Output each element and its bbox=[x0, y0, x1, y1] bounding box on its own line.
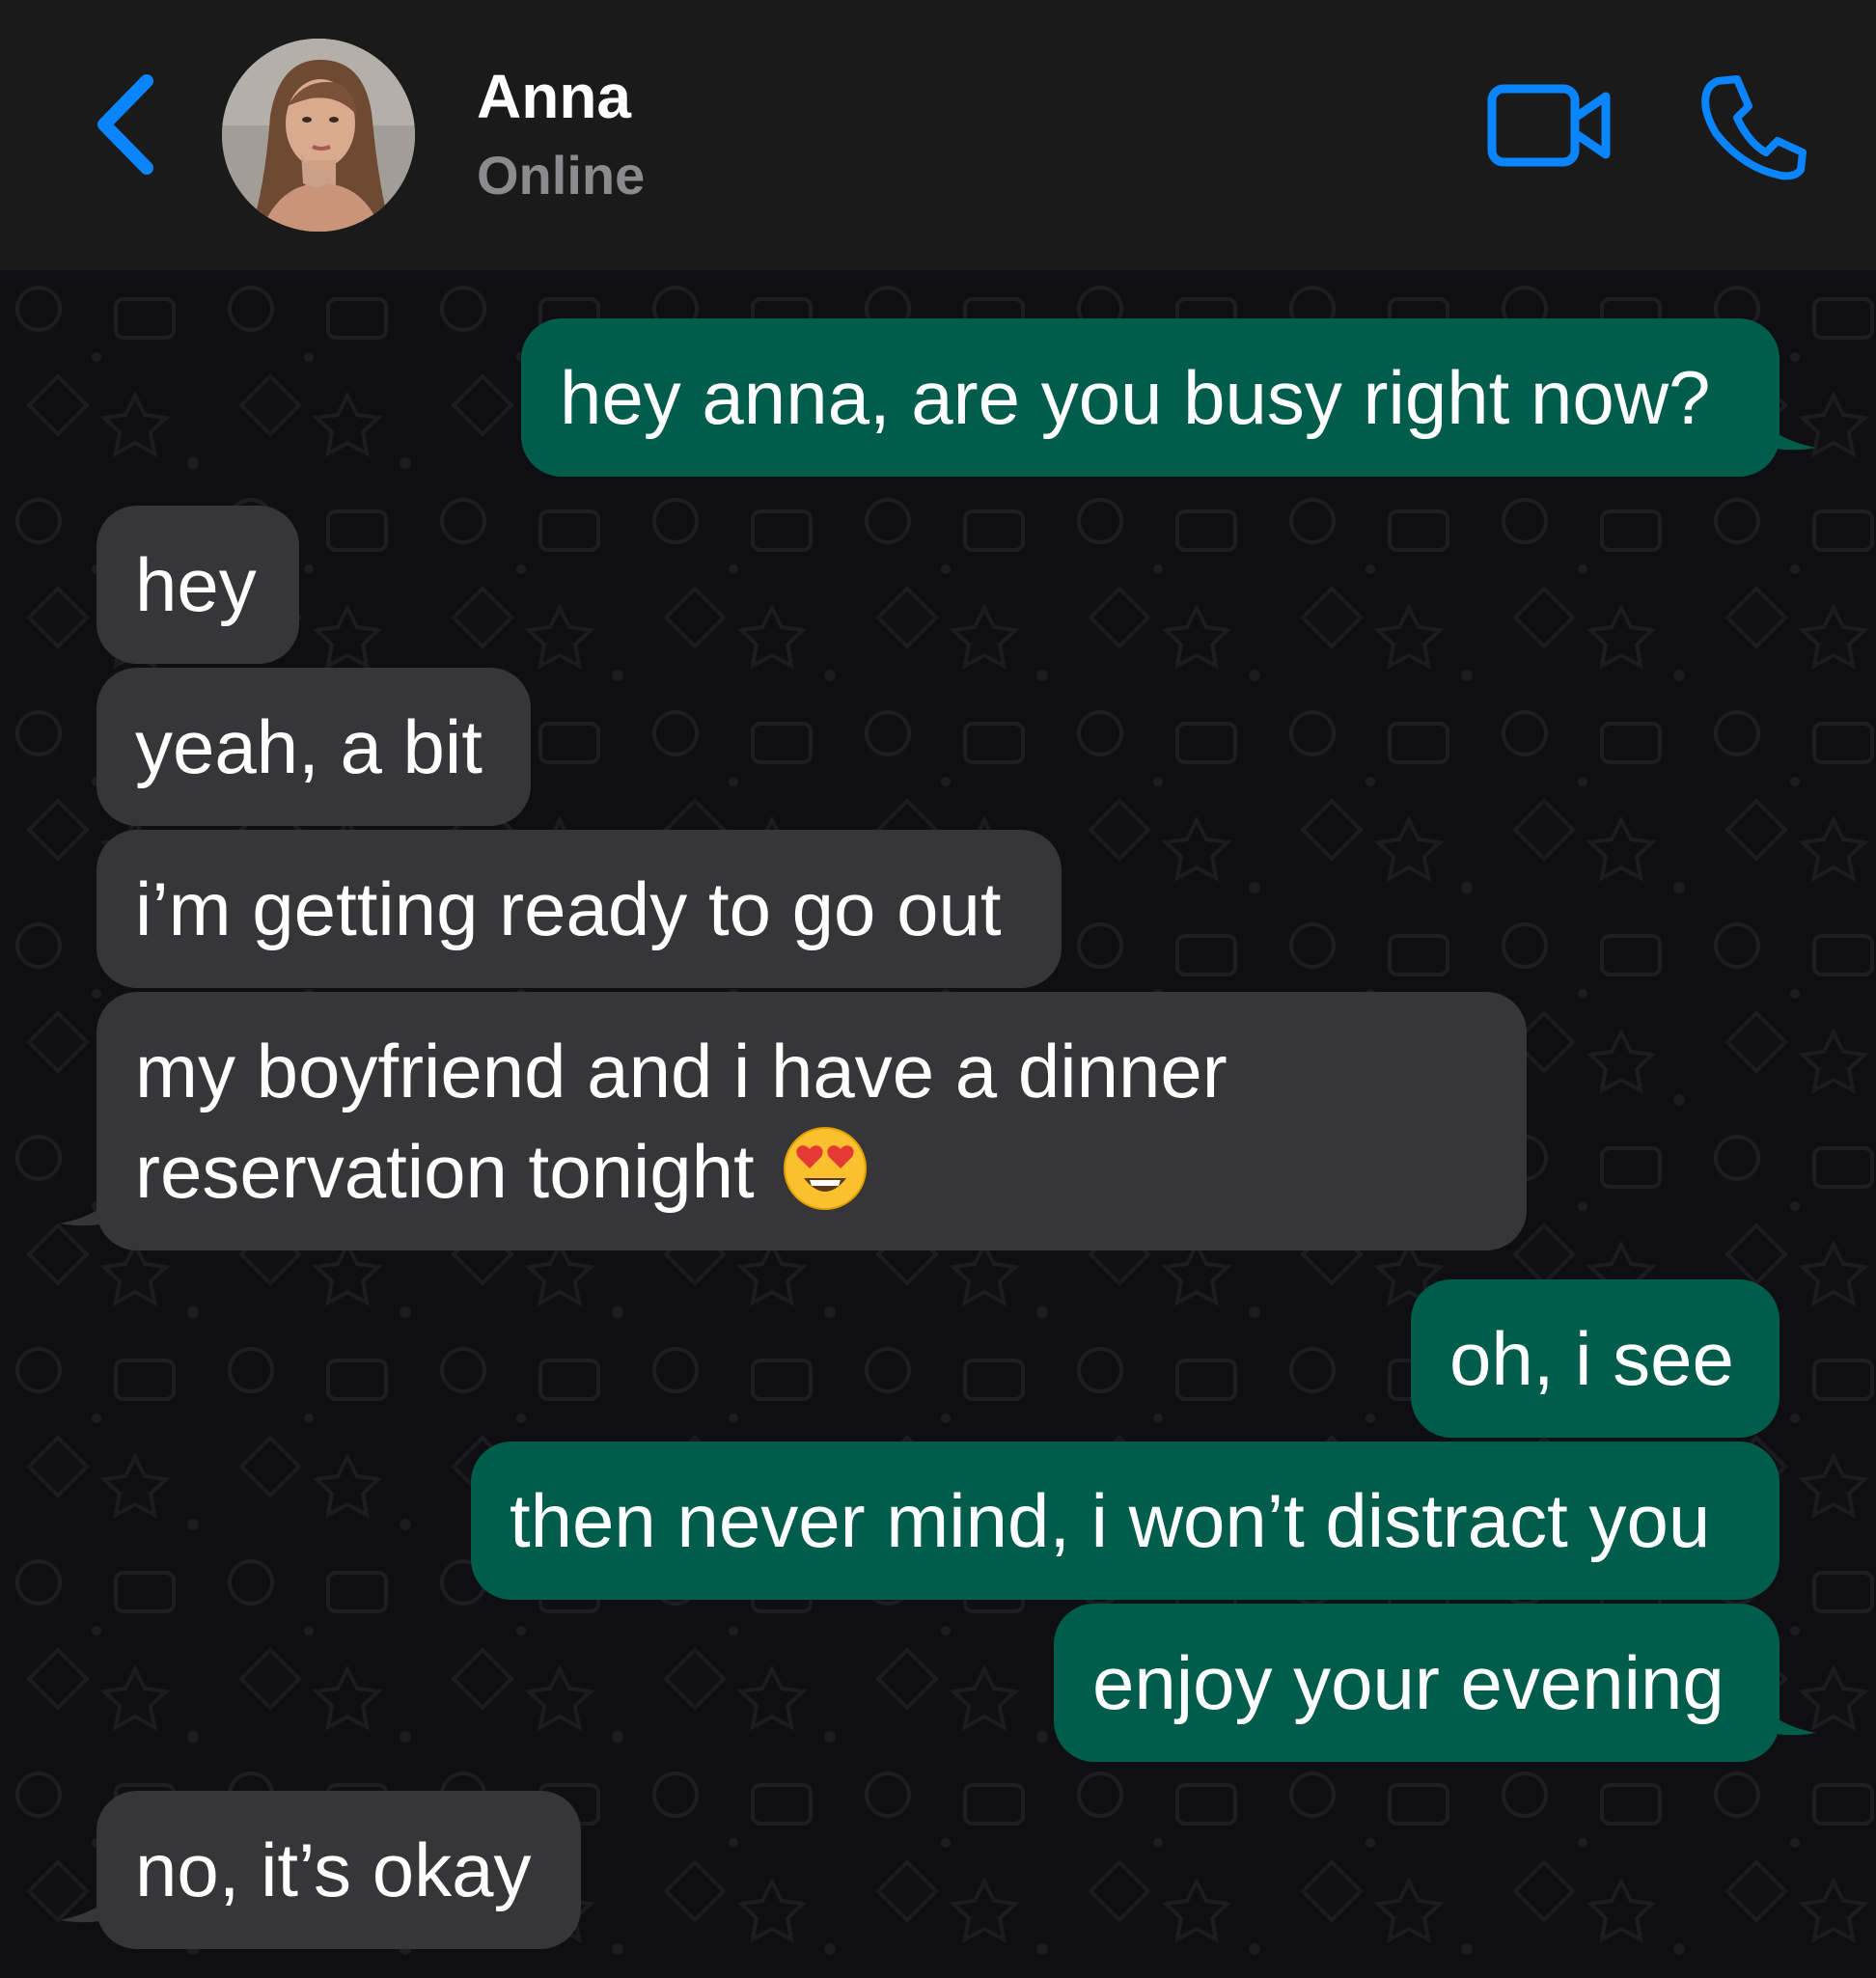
message-incoming[interactable]: i’m getting ready to go out bbox=[97, 830, 1062, 988]
message-outgoing[interactable]: enjoy your evening bbox=[1054, 1604, 1779, 1762]
message-incoming[interactable]: my boyfriend and i have a dinner reserva… bbox=[97, 992, 1527, 1250]
phone-icon[interactable] bbox=[1698, 73, 1810, 181]
message-line-with-emoji: reservation tonight bbox=[135, 1121, 1228, 1222]
bubble-tail bbox=[1756, 1700, 1816, 1736]
message-text: i’m getting ready to go out bbox=[135, 866, 1002, 951]
contact-name[interactable]: Anna bbox=[477, 60, 631, 133]
message-text: my boyfriend and i have a dinner reserva… bbox=[135, 1021, 1228, 1222]
message-text: enjoy your evening bbox=[1092, 1640, 1724, 1725]
message-text: hey bbox=[135, 542, 257, 627]
message-outgoing[interactable]: hey anna, are you busy right now? bbox=[521, 318, 1779, 477]
message-text: then never mind, i won’t distract you bbox=[510, 1478, 1711, 1563]
message-line: my boyfriend and i have a dinner bbox=[135, 1029, 1228, 1113]
message-outgoing[interactable]: then never mind, i won’t distract you bbox=[471, 1442, 1779, 1600]
avatar[interactable] bbox=[222, 39, 415, 232]
video-camera-icon[interactable] bbox=[1486, 79, 1614, 172]
contact-status: Online bbox=[477, 145, 646, 206]
bubble-tail bbox=[60, 1887, 120, 1923]
heart-eyes-emoji-icon bbox=[784, 1127, 868, 1210]
message-line: reservation tonight bbox=[135, 1129, 755, 1214]
message-outgoing[interactable]: oh, i see bbox=[1411, 1279, 1779, 1438]
message-incoming[interactable]: no, it’s okay bbox=[97, 1791, 581, 1949]
message-text: no, it’s okay bbox=[135, 1827, 532, 1912]
conversation-area[interactable]: hey anna, are you busy right now? hey ye… bbox=[0, 270, 1876, 1978]
bubble-tail bbox=[60, 1191, 120, 1226]
chat-header: Anna Online bbox=[0, 0, 1876, 270]
message-text: yeah, a bit bbox=[135, 704, 483, 789]
chevron-left-icon[interactable] bbox=[93, 71, 160, 178]
message-text: hey anna, are you busy right now? bbox=[560, 355, 1711, 440]
bubble-tail bbox=[1756, 415, 1816, 451]
message-text: oh, i see bbox=[1449, 1316, 1734, 1401]
message-incoming[interactable]: hey bbox=[97, 506, 299, 664]
message-incoming[interactable]: yeah, a bit bbox=[97, 668, 531, 826]
